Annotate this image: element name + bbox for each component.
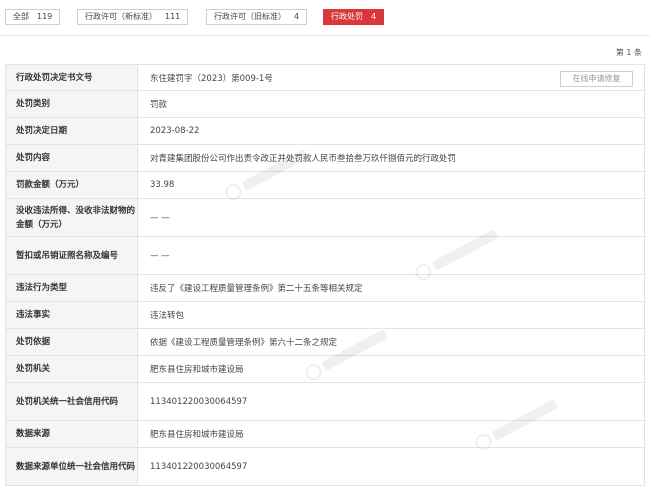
row-label: 行政处罚决定书文号 [6,65,138,90]
row-value: 肥东县住房和城市建设局 [138,356,645,382]
tab-label: 全部 [13,12,29,21]
table-row: 罚款金额（万元） 33.98 [6,172,645,199]
row-label: 罚款金额（万元） [6,172,138,198]
tab-license-new[interactable]: 行政许可（新标准） 111 [77,9,189,25]
filter-tabs: 全部 119 行政许可（新标准） 111 行政许可（旧标准） 4 行政处罚 4 [0,0,650,36]
table-row: 违法行为类型 违反了《建设工程质量管理条例》第二十五条等相关规定 [6,275,645,302]
tab-count: 4 [294,12,300,21]
tab-all[interactable]: 全部 119 [5,9,61,25]
tab-penalty[interactable]: 行政处罚 4 [323,9,385,25]
row-value: — — [138,199,645,236]
tab-count: 119 [37,12,53,21]
table-row: 没收违法所得、没收非法财物的金额（万元） — — [6,199,645,237]
table-row: 行政处罚决定书文号 东住建罚字（2023）第009-1号 在线申请修复 [6,65,645,91]
table-row: 处罚内容 对青建集团股份公司作出责令改正并处罚款人民币叁拾叁万玖仟捌佰元的行政处… [6,145,645,172]
table-row: 处罚依据 依据《建设工程质量管理条例》第六十二条之规定 [6,329,645,356]
table-row: 数据来源 肥东县住房和城市建设局 [6,421,645,448]
row-label: 没收违法所得、没收非法财物的金额（万元） [6,199,138,236]
row-label: 处罚内容 [6,145,138,171]
table-row: 数据来源单位统一社会信用代码 113401220030064597 [6,448,645,486]
online-repair-button[interactable]: 在线申请修复 [560,71,633,87]
tab-label: 行政许可（新标准） [85,12,157,21]
row-value: 肥东县住房和城市建设局 [138,421,645,447]
tab-count: 111 [165,12,181,21]
row-value: 113401220030064597 [138,448,645,485]
tab-label: 行政许可（旧标准） [214,12,286,21]
row-label: 数据来源单位统一社会信用代码 [6,448,138,485]
tab-label: 行政处罚 [331,12,363,21]
row-value: 2023-08-22 [138,118,645,144]
row-value: — — [138,237,645,274]
row-label: 违法事实 [6,302,138,328]
table-row: 处罚机关 肥东县住房和城市建设局 [6,356,645,383]
row-label: 处罚类别 [6,91,138,117]
penalty-detail-table: 行政处罚决定书文号 东住建罚字（2023）第009-1号 在线申请修复 处罚类别… [5,64,645,486]
table-row: 处罚机关统一社会信用代码 113401220030064597 [6,383,645,421]
table-row: 处罚类别 罚款 [6,91,645,118]
record-counter: 第 1 条 [615,48,642,57]
row-label: 数据来源 [6,421,138,447]
row-label: 违法行为类型 [6,275,138,301]
table-row: 暂扣或吊销证照名称及编号 — — [6,237,645,275]
row-value: 违反了《建设工程质量管理条例》第二十五条等相关规定 [138,275,645,301]
row-label: 暂扣或吊销证照名称及编号 [6,237,138,274]
tab-count: 4 [371,12,377,21]
row-label: 处罚机关 [6,356,138,382]
table-row: 违法事实 违法转包 [6,302,645,329]
row-value: 对青建集团股份公司作出责令改正并处罚款人民币叁拾叁万玖仟捌佰元的行政处罚 [138,145,645,171]
row-value: 违法转包 [138,302,645,328]
tab-license-old[interactable]: 行政许可（旧标准） 4 [206,9,308,25]
table-row: 处罚决定日期 2023-08-22 [6,118,645,145]
row-label: 处罚决定日期 [6,118,138,144]
row-value: 113401220030064597 [138,383,645,420]
row-label: 处罚机关统一社会信用代码 [6,383,138,420]
row-label: 处罚依据 [6,329,138,355]
row-value: 罚款 [138,91,645,117]
row-value: 33.98 [138,172,645,198]
row-value: 依据《建设工程质量管理条例》第六十二条之规定 [138,329,645,355]
